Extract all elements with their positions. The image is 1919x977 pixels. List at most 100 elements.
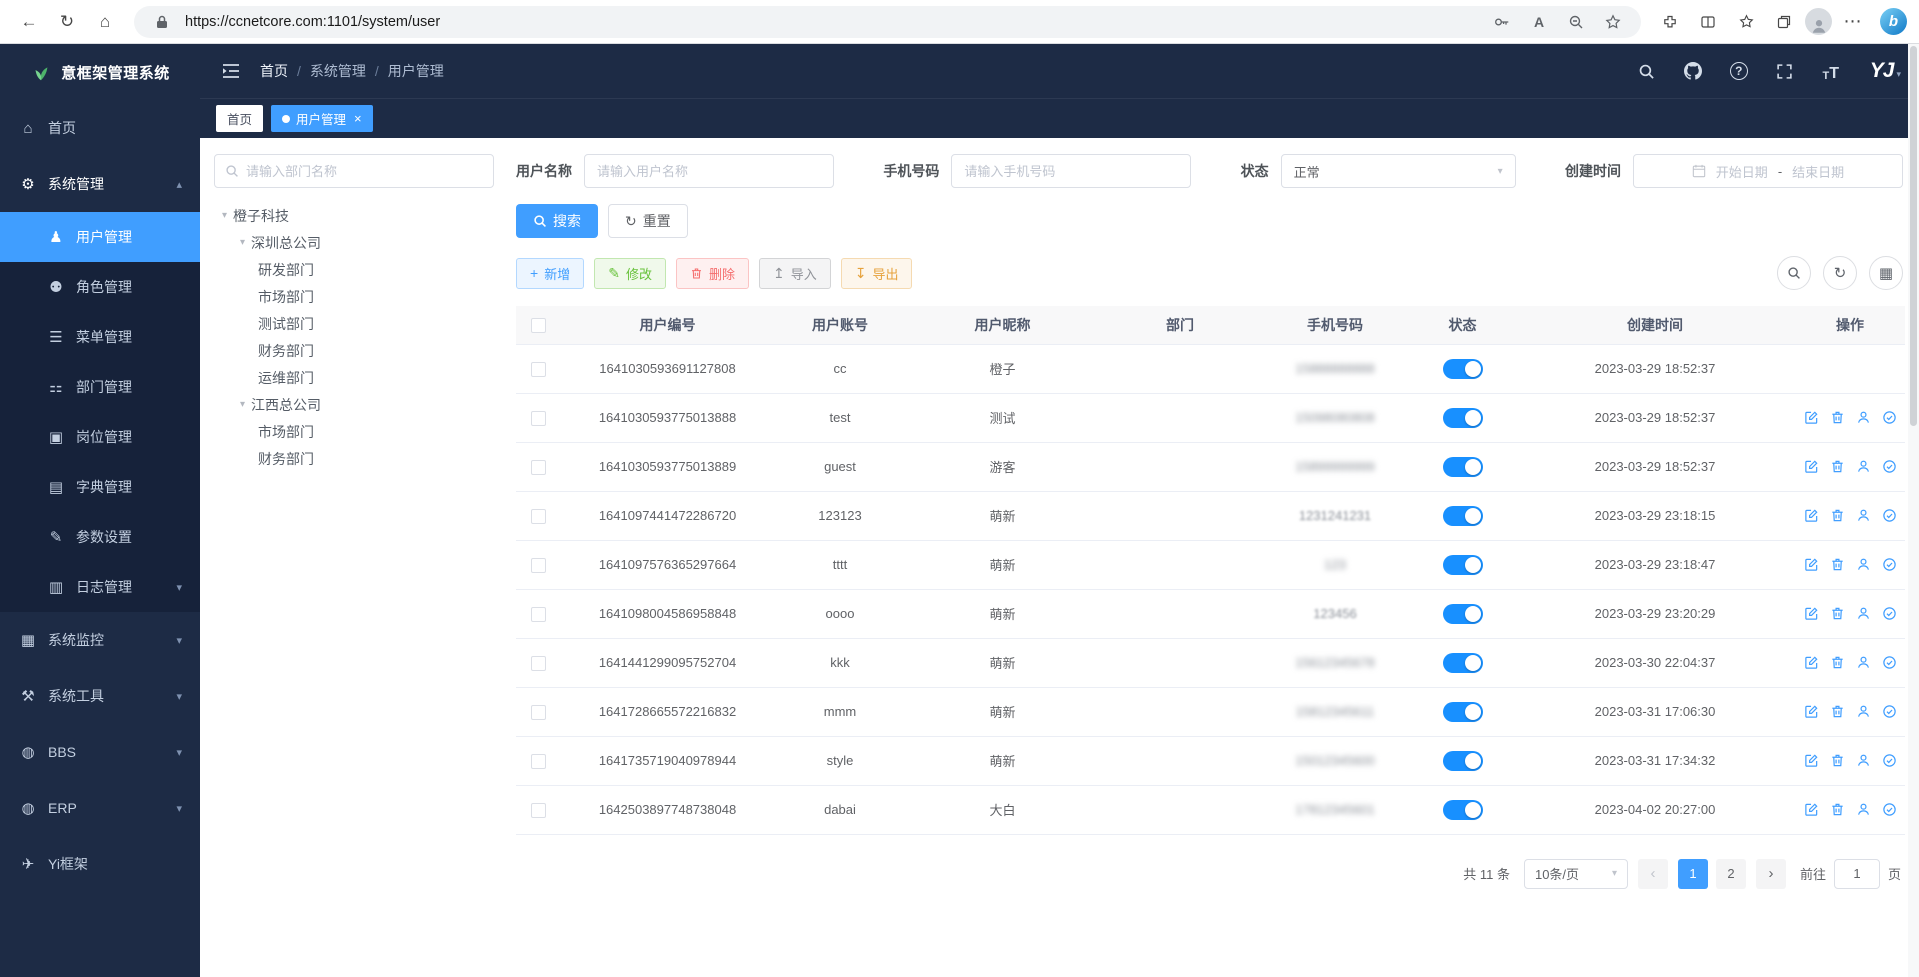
delete-icon[interactable]	[1830, 802, 1845, 817]
reset-password-icon[interactable]	[1856, 508, 1871, 523]
reset-password-icon[interactable]	[1856, 802, 1871, 817]
sidebar-menu-item[interactable]: ⌂ 首页	[0, 100, 200, 156]
tree-node[interactable]: 市场部门	[214, 283, 494, 310]
assign-role-icon[interactable]	[1882, 459, 1897, 474]
sidebar-menu-item[interactable]: ♟ 用户管理	[0, 212, 200, 262]
caret-down-icon[interactable]: ▾	[240, 237, 245, 248]
sidebar-menu-item[interactable]: ⚙ 系统管理 ▴	[0, 156, 200, 212]
sidebar-menu-item[interactable]: ✈ Yi框架	[0, 836, 200, 892]
status-toggle[interactable]	[1443, 751, 1483, 771]
edit-icon[interactable]	[1804, 655, 1819, 670]
bing-icon[interactable]: b	[1880, 8, 1907, 35]
delete-icon[interactable]	[1830, 557, 1845, 572]
fullscreen-icon[interactable]	[1774, 60, 1796, 82]
reset-password-icon[interactable]	[1856, 459, 1871, 474]
search-icon[interactable]	[1636, 60, 1658, 82]
status-select[interactable]: 正常 ▾	[1281, 154, 1516, 188]
sidebar-menu-item[interactable]: ◍ ERP ▾	[0, 780, 200, 836]
breadcrumb-item[interactable]: / 用户管理	[366, 61, 444, 81]
edit-icon[interactable]	[1804, 704, 1819, 719]
assign-role-icon[interactable]	[1882, 606, 1897, 621]
delete-icon[interactable]	[1830, 655, 1845, 670]
tree-node[interactable]: 财务部门	[214, 337, 494, 364]
page-size-select[interactable]: 10条/页 ▾	[1524, 859, 1628, 889]
scrollbar[interactable]	[1908, 44, 1919, 977]
tab[interactable]: 用户管理 ×	[271, 105, 373, 132]
date-range-picker[interactable]: 开始日期 - 结束日期	[1633, 154, 1903, 188]
row-checkbox[interactable]	[531, 705, 546, 720]
tree-node[interactable]: 市场部门	[214, 418, 494, 445]
tree-node[interactable]: ▾ 深圳总公司	[214, 229, 494, 256]
split-screen-icon[interactable]	[1691, 5, 1725, 39]
tree-node[interactable]: ▾ 江西总公司	[214, 391, 494, 418]
page-number-button[interactable]: 2	[1716, 859, 1746, 889]
sidebar-menu-item[interactable]: ▣ 岗位管理	[0, 412, 200, 462]
edit-icon[interactable]	[1804, 753, 1819, 768]
user-logo[interactable]: YJ ▾	[1870, 59, 1901, 83]
font-size-icon[interactable]: TT	[1820, 60, 1842, 82]
reset-password-icon[interactable]	[1856, 606, 1871, 621]
profile-avatar[interactable]	[1805, 8, 1832, 35]
collections-icon[interactable]	[1767, 5, 1801, 39]
extensions-icon[interactable]	[1653, 5, 1687, 39]
scrollbar-thumb[interactable]	[1910, 46, 1917, 426]
dept-search-input[interactable]	[246, 164, 483, 179]
assign-role-icon[interactable]	[1882, 753, 1897, 768]
sidebar-menu-item[interactable]: ◍ BBS ▾	[0, 724, 200, 780]
assign-role-icon[interactable]	[1882, 410, 1897, 425]
import-button[interactable]: ↥ 导入	[759, 258, 831, 289]
next-page-button[interactable]: ›	[1756, 859, 1786, 889]
edit-icon[interactable]	[1804, 557, 1819, 572]
breadcrumb-item[interactable]: / 首页	[260, 61, 288, 81]
status-toggle[interactable]	[1443, 408, 1483, 428]
back-icon[interactable]: ←	[12, 5, 46, 39]
row-checkbox[interactable]	[531, 411, 546, 426]
refresh-icon[interactable]: ↻	[50, 5, 84, 39]
help-icon[interactable]: ?	[1728, 60, 1750, 82]
address-bar[interactable]: https://ccnetcore.com:1101/system/user A	[134, 6, 1641, 38]
status-toggle[interactable]	[1443, 359, 1483, 379]
caret-down-icon[interactable]: ▾	[240, 399, 245, 410]
close-icon[interactable]: ×	[354, 112, 362, 125]
tree-node[interactable]: 运维部门	[214, 364, 494, 391]
reset-password-icon[interactable]	[1856, 753, 1871, 768]
tab[interactable]: 首页	[216, 105, 263, 132]
sidebar-menu-item[interactable]: ⚒ 系统工具 ▾	[0, 668, 200, 724]
browser-home-icon[interactable]: ⌂	[88, 5, 122, 39]
reset-password-icon[interactable]	[1856, 704, 1871, 719]
tree-node[interactable]: 财务部门	[214, 445, 494, 472]
row-checkbox[interactable]	[531, 362, 546, 377]
github-icon[interactable]	[1682, 60, 1704, 82]
row-checkbox[interactable]	[531, 656, 546, 671]
edit-icon[interactable]	[1804, 410, 1819, 425]
select-all-checkbox[interactable]	[531, 318, 546, 333]
status-toggle[interactable]	[1443, 604, 1483, 624]
caret-down-icon[interactable]: ▾	[222, 210, 227, 221]
status-toggle[interactable]	[1443, 800, 1483, 820]
read-aloud-icon[interactable]: A	[1525, 8, 1553, 36]
username-input[interactable]	[584, 154, 834, 188]
modify-button[interactable]: ✎ 修改	[594, 258, 666, 289]
delete-button[interactable]: 删除	[676, 258, 749, 289]
tree-node[interactable]: ▾ 橙子科技	[214, 202, 494, 229]
favorite-star-icon[interactable]	[1599, 8, 1627, 36]
password-key-icon[interactable]	[1488, 8, 1516, 36]
edit-icon[interactable]	[1804, 508, 1819, 523]
sidebar-menu-item[interactable]: ☰ 菜单管理	[0, 312, 200, 362]
refresh-table-icon[interactable]: ↻	[1823, 256, 1857, 290]
reset-password-icon[interactable]	[1856, 655, 1871, 670]
row-checkbox[interactable]	[531, 607, 546, 622]
app-logo[interactable]: 意框架管理系统	[0, 44, 200, 100]
status-toggle[interactable]	[1443, 555, 1483, 575]
assign-role-icon[interactable]	[1882, 704, 1897, 719]
sidebar-menu-item[interactable]: ▤ 字典管理	[0, 462, 200, 512]
toggle-search-icon[interactable]	[1777, 256, 1811, 290]
favorites-bar-icon[interactable]	[1729, 5, 1763, 39]
assign-role-icon[interactable]	[1882, 557, 1897, 572]
status-toggle[interactable]	[1443, 653, 1483, 673]
more-icon[interactable]: ⋯	[1836, 5, 1870, 39]
delete-icon[interactable]	[1830, 753, 1845, 768]
add-button[interactable]: + 新增	[516, 258, 584, 289]
breadcrumb-item[interactable]: / 系统管理	[288, 61, 366, 81]
row-checkbox[interactable]	[531, 460, 546, 475]
